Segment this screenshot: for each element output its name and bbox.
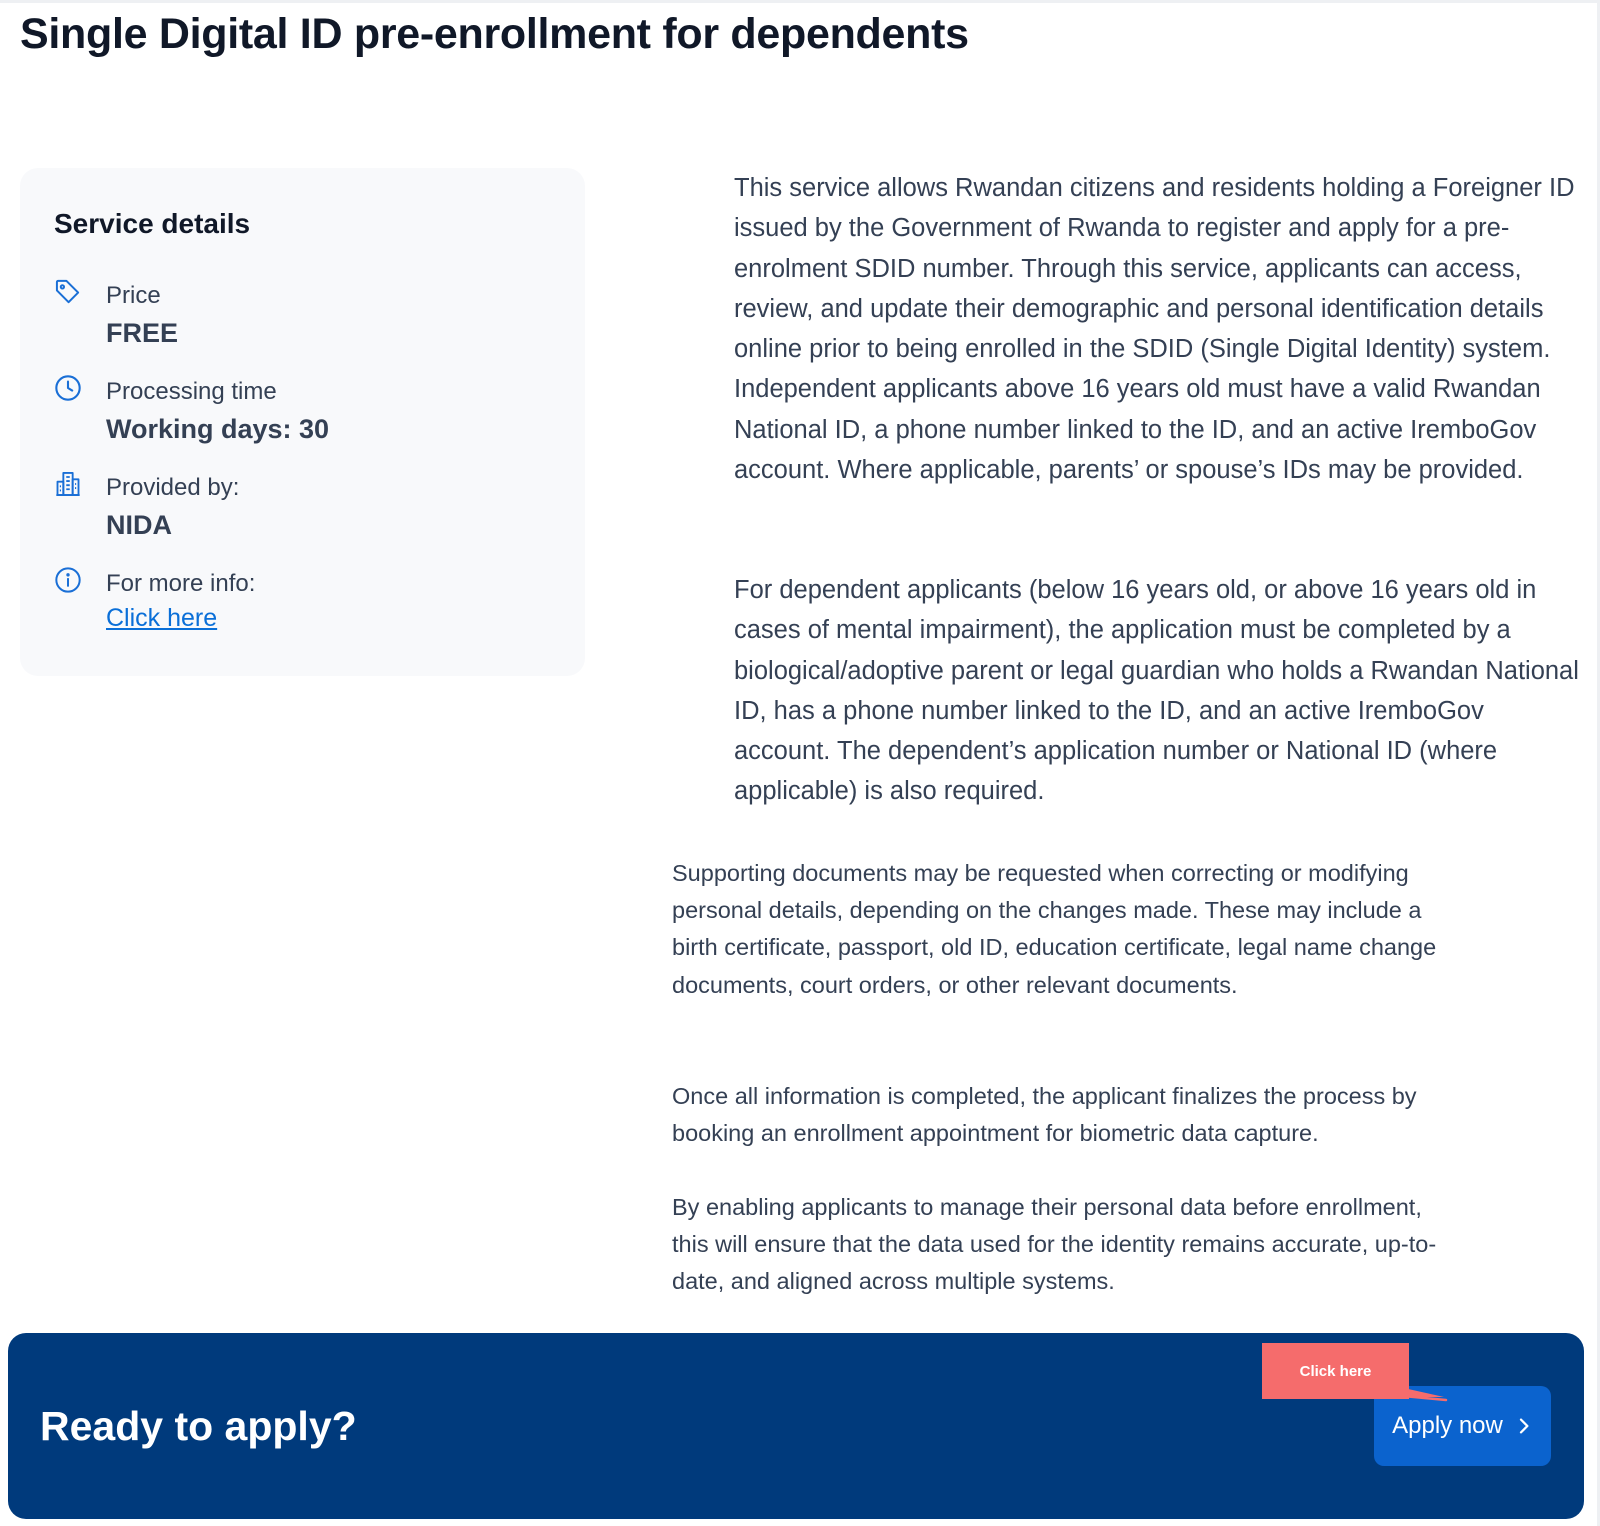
description-paragraph-2: For dependent applicants (below 16 years… bbox=[734, 576, 1579, 806]
chevron-right-icon bbox=[1515, 1417, 1533, 1435]
top-divider bbox=[0, 0, 1600, 3]
description-paragraph-4: Once all information is completed, the a… bbox=[672, 1083, 1417, 1147]
description-paragraph-5: By enabling applicants to manage their p… bbox=[672, 1194, 1437, 1295]
page-title: Single Digital ID pre-enrollment for dep… bbox=[20, 10, 969, 58]
processing-time-label: Processing time bbox=[106, 378, 277, 405]
building-icon bbox=[54, 470, 82, 498]
service-details-heading: Service details bbox=[54, 208, 251, 239]
detail-more-info: For more info: Click here bbox=[54, 566, 554, 646]
detail-provider: Provided by: NIDA bbox=[54, 470, 554, 550]
description-paragraph-1: This service allows Rwandan citizens and… bbox=[734, 174, 1575, 485]
price-value: FREE bbox=[106, 318, 179, 348]
callout-pointer-arrow bbox=[1390, 1385, 1448, 1402]
processing-time-value: Working days: 30 bbox=[106, 414, 330, 444]
price-label: Price bbox=[106, 282, 161, 309]
more-info-label: For more info: bbox=[106, 570, 256, 597]
info-icon bbox=[54, 566, 82, 594]
description-paragraph-3: Supporting documents may be requested wh… bbox=[672, 860, 1437, 998]
more-info-link[interactable]: Click here bbox=[106, 604, 217, 633]
detail-price: Price FREE bbox=[54, 278, 554, 358]
ready-to-apply-heading: Ready to apply? bbox=[40, 1403, 357, 1449]
provider-value: NIDA bbox=[106, 510, 172, 540]
price-tag-icon bbox=[54, 278, 82, 306]
detail-processing-time: Processing time Working days: 30 bbox=[54, 374, 554, 454]
service-details-card: Service details Price FREE Processing ti… bbox=[20, 168, 585, 676]
clock-icon bbox=[54, 374, 82, 402]
provider-label: Provided by: bbox=[106, 474, 240, 501]
click-here-callout: Click here bbox=[1262, 1343, 1409, 1399]
